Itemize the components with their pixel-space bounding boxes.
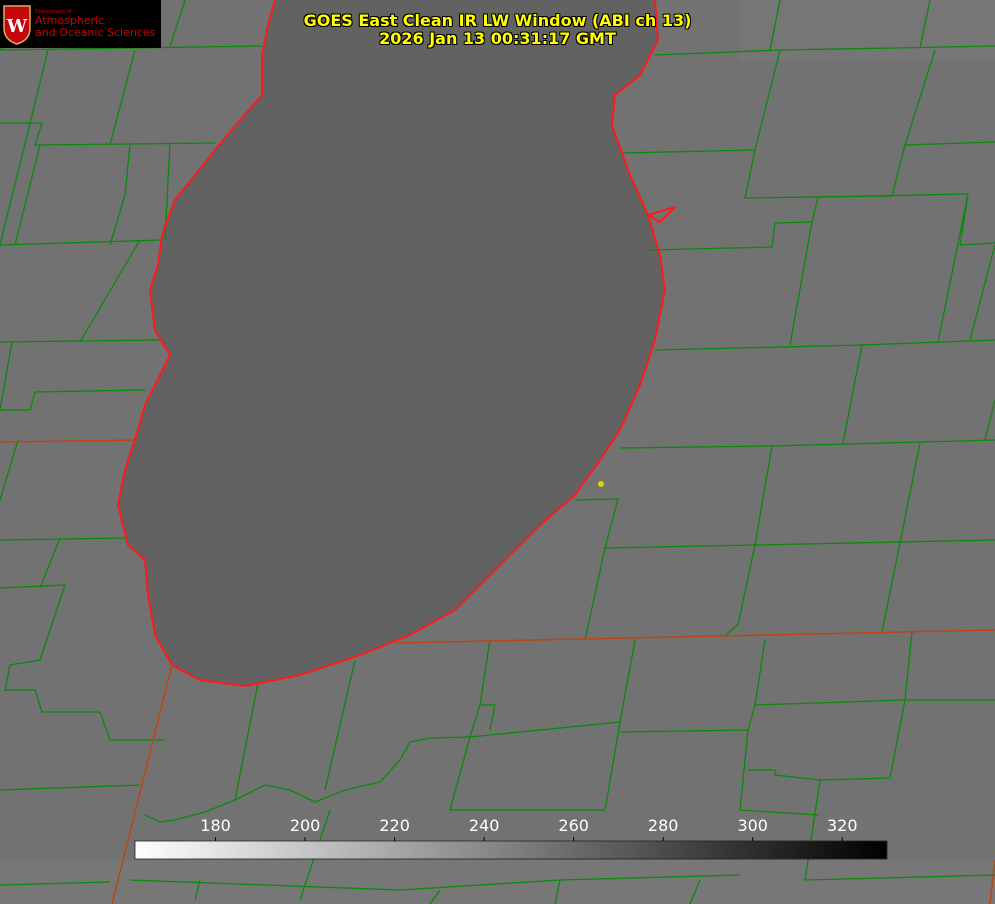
uw-seal-icon: W: [3, 5, 31, 45]
aos-logo: W Department of Atmospheric and Oceanic …: [0, 0, 161, 48]
colorbar-tick-label: 220: [379, 816, 410, 835]
colorbar-tick-label: 180: [200, 816, 231, 835]
satellite-image-viewer: 180 200 220 240 260 280 300 320 GOES East Clean…: [0, 0, 995, 904]
colorbar-tick-label: 320: [827, 816, 858, 835]
seal-letter: W: [6, 16, 28, 37]
colorbar-tick-label: 280: [648, 816, 679, 835]
location-marker: [598, 481, 604, 487]
land-warm-band: [0, 860, 995, 904]
ir-satellite-map: 180 200 220 240 260 280 300 320: [0, 0, 995, 904]
colorbar: [134, 840, 888, 860]
colorbar-tick-label: 300: [737, 816, 768, 835]
colorbar-tick-label: 240: [469, 816, 500, 835]
logo-line-2: and Oceanic Sciences: [35, 26, 156, 39]
colorbar-tick-label: 260: [558, 816, 589, 835]
colorbar-tick-label: 200: [290, 816, 321, 835]
